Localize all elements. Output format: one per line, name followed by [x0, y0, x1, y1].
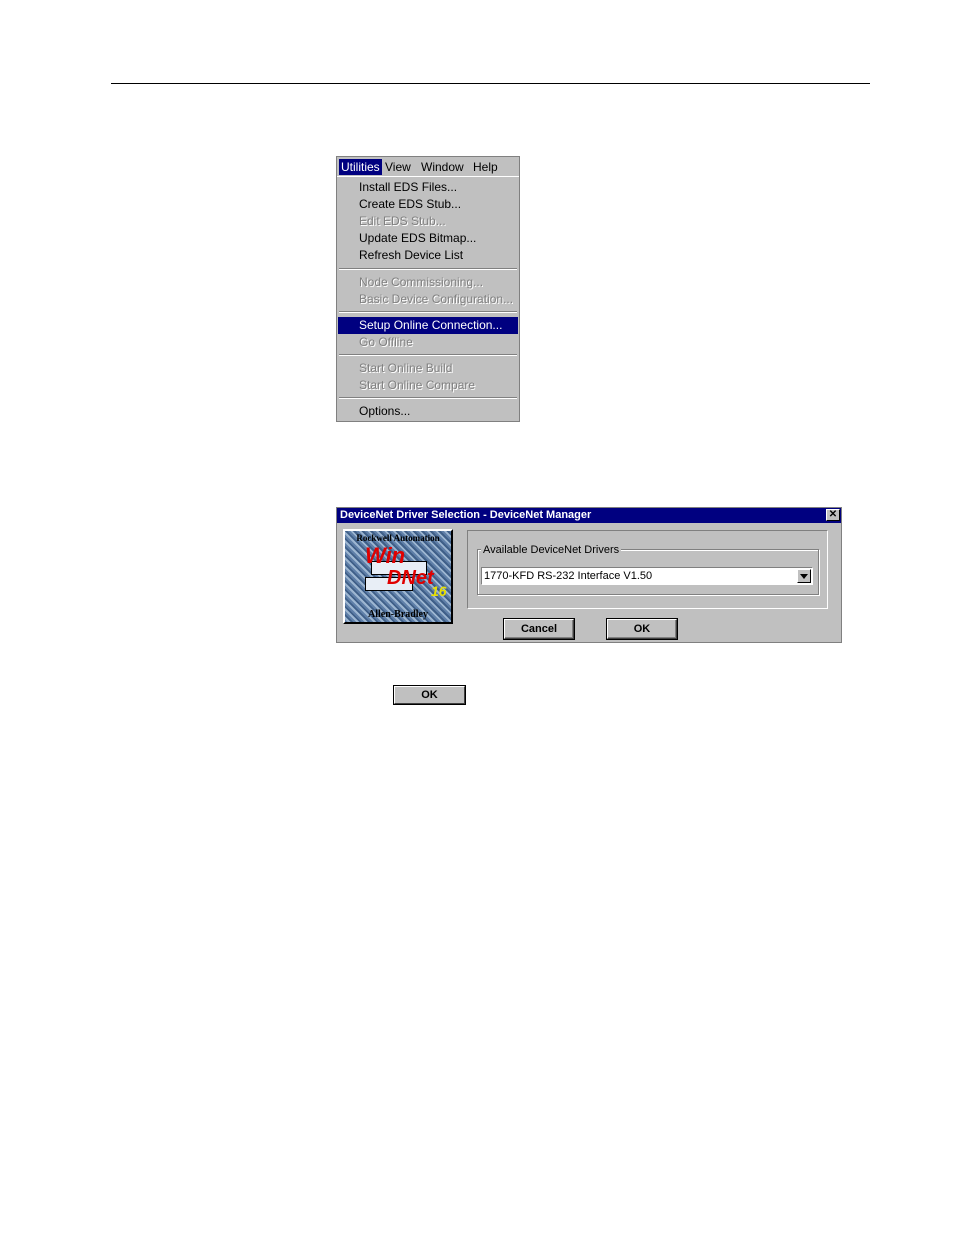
ok-button[interactable]: OK [607, 619, 677, 639]
cancel-button[interactable]: Cancel [504, 619, 574, 639]
driver-select-value: 1770-KFD RS-232 Interface V1.50 [484, 570, 653, 582]
windnet16-logo: Rockwell Automation Win DNet 16 Allen-Br… [343, 529, 453, 624]
menu-item-edit-eds-stub: Edit EDS Stub... [359, 214, 446, 228]
logo-win-text: Win [365, 543, 406, 568]
menu-item-options[interactable]: Options... [338, 403, 518, 420]
dialog-title: DeviceNet Driver Selection - DeviceNet M… [340, 509, 592, 521]
logo-dnet-text: DNet [387, 567, 434, 589]
menu-item-update-eds-bitmap[interactable]: Update EDS Bitmap... [338, 230, 518, 247]
menu-item-start-online-compare: Start Online Compare [359, 378, 476, 392]
menu-separator [339, 354, 517, 356]
logo-allen-bradley-text: Allen-Bradley [368, 609, 428, 620]
utilities-dropdown: Install EDS Files... Create EDS Stub... … [337, 176, 519, 421]
menu-item-start-online-build: Start Online Build [359, 361, 453, 375]
menu-separator [339, 311, 517, 313]
dialog-titlebar[interactable]: DeviceNet Driver Selection - DeviceNet M… [337, 508, 841, 523]
menu-item-create-eds-stub[interactable]: Create EDS Stub... [338, 196, 518, 213]
close-icon[interactable]: ✕ [826, 509, 840, 521]
utilities-menu-screenshot: Utilities View Window Help Install EDS F… [336, 156, 520, 422]
chevron-down-icon [800, 574, 808, 579]
menu-separator [339, 397, 517, 399]
menu-view[interactable]: View [385, 159, 411, 175]
menu-item-install-eds-files[interactable]: Install EDS Files... [338, 179, 518, 196]
menu-utilities[interactable]: Utilities [339, 159, 382, 175]
menu-item-setup-online-connection[interactable]: Setup Online Connection... [338, 317, 518, 334]
menu-bar: Utilities View Window Help [337, 157, 519, 176]
menu-window[interactable]: Window [421, 159, 464, 175]
menu-item-node-commissioning: Node Commissioning... [359, 275, 484, 289]
top-rule [111, 83, 870, 84]
logo-version-text: 16 [431, 583, 447, 599]
menu-help[interactable]: Help [473, 159, 498, 175]
driver-select[interactable]: 1770-KFD RS-232 Interface V1.50 [481, 567, 813, 585]
menu-item-basic-device-configuration: Basic Device Configuration... [359, 292, 514, 306]
dropdown-button[interactable] [797, 569, 811, 583]
menu-separator [339, 268, 517, 270]
menu-item-refresh-device-list[interactable]: Refresh Device List [338, 247, 518, 264]
drivers-group-label: Available DeviceNet Drivers [481, 544, 622, 556]
logo-rockwell-text: Rockwell Automation [356, 533, 440, 543]
menu-item-go-offline: Go Offline [359, 335, 413, 349]
driver-selection-dialog: DeviceNet Driver Selection - DeviceNet M… [336, 507, 842, 643]
ok-button-illustration[interactable]: OK [394, 686, 465, 704]
